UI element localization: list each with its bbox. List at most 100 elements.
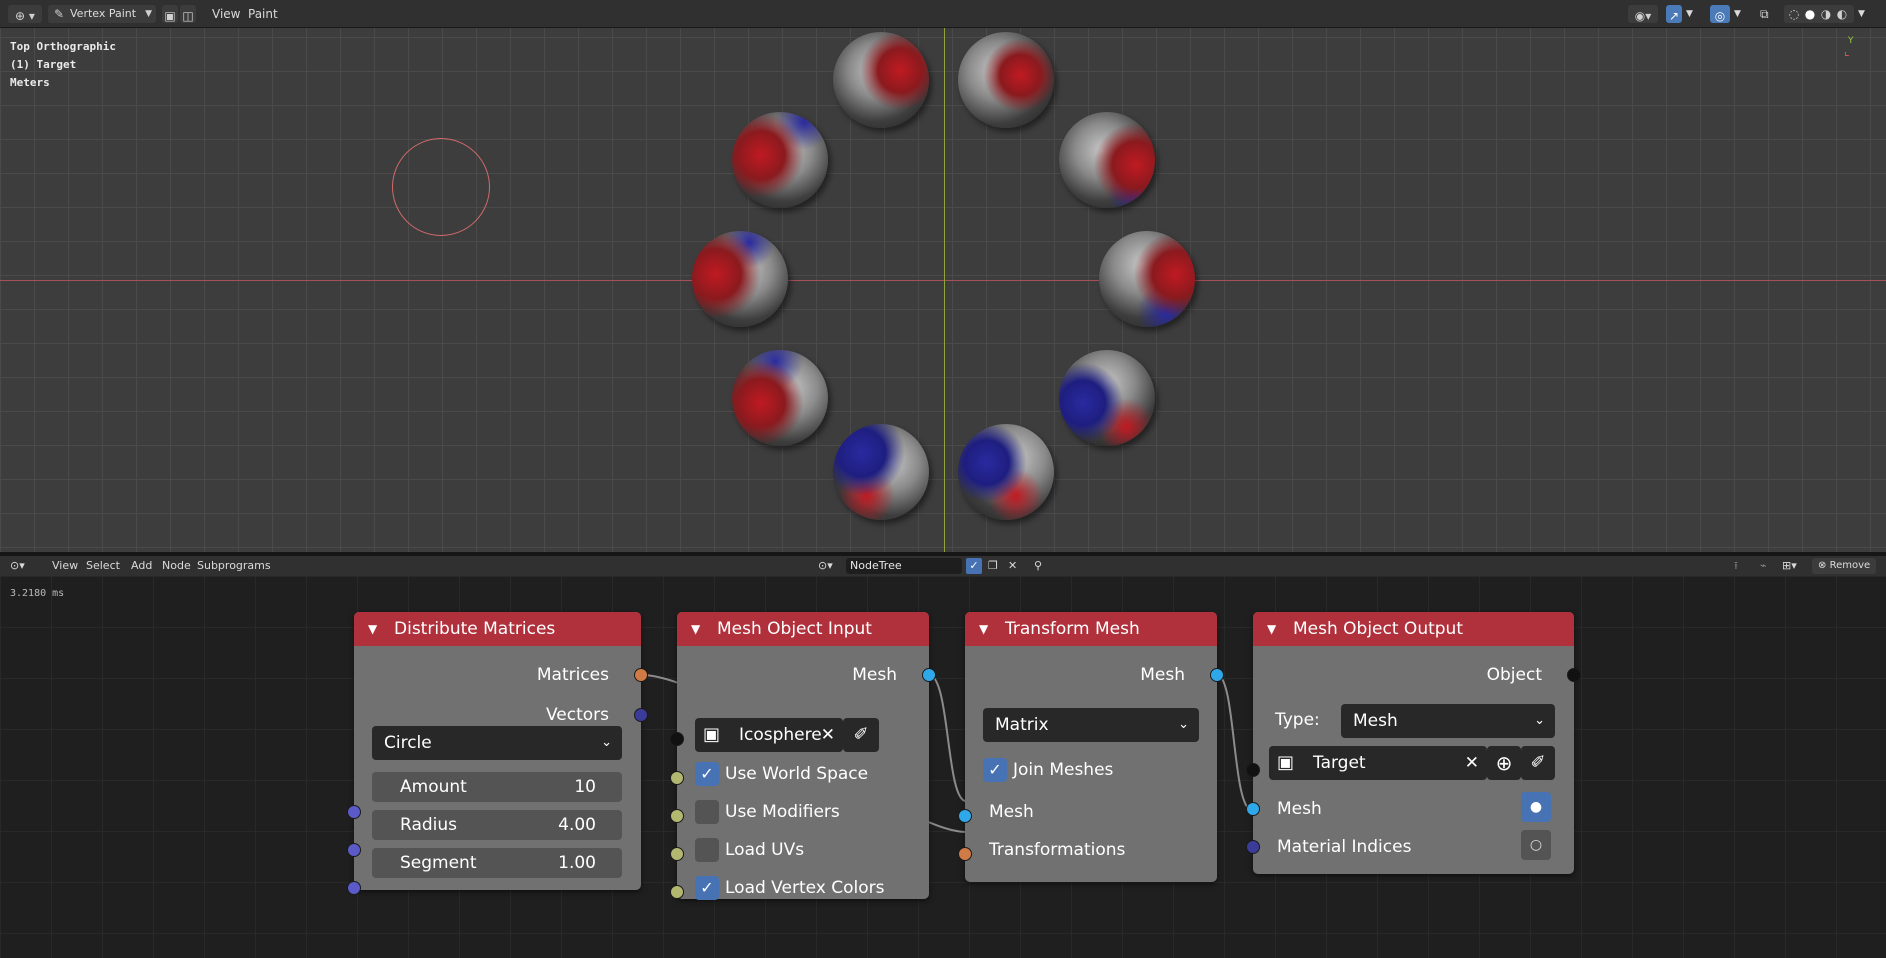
eyedropper-icon: ✐ [1530,752,1546,773]
menu-view[interactable]: View [212,5,240,23]
output-object-socket[interactable] [1567,668,1581,682]
viewport-header: ⊕ ▾ ✎ Vertex Paint ▼ ▣ ◫ View Paint ◉▾ ↗… [0,0,1886,28]
menu-subprograms[interactable]: Subprograms [197,556,271,576]
use-modifiers-checkbox[interactable] [695,800,719,824]
circle-icon: ○ [1529,837,1543,853]
input-radius-socket[interactable] [347,843,361,857]
amount-field[interactable]: Amount 10 [372,772,622,802]
editor-type-icon: ⊕ ▾ [15,9,35,23]
input-world-space-socket[interactable] [670,771,684,785]
menu-view[interactable]: View [52,556,78,576]
input-mesh-socket[interactable] [1246,802,1260,816]
material-indices-toggle-button[interactable]: ○ [1521,830,1551,860]
new-object-button[interactable]: ⊕ [1487,746,1521,780]
gizmo-dropdown-icon[interactable]: ▼ [1686,5,1693,23]
menu-add[interactable]: Add [131,556,152,576]
link-transform-to-output-mesh [1216,674,1253,811]
axis-gizmo[interactable]: Y ⌞ [1844,36,1868,60]
3d-viewport[interactable]: Top Orthographic (1) Target Meters Y ⌞ [0,28,1886,552]
type-dropdown[interactable]: Mesh ⌄ [1341,704,1555,738]
object-selector[interactable]: ▣ Icosphere ✕ [695,718,843,752]
mesh-object-output-node[interactable]: ▼ Mesh Object Output Object Type: Mesh ⌄… [1253,612,1574,874]
chevron-down-icon: ⌄ [1534,713,1545,728]
units-label: Meters [10,76,50,89]
gizmo-axes-icon: ⌞ [1844,44,1850,58]
node-header[interactable]: ▼ Distribute Matrices [354,612,641,646]
node-header[interactable]: ▼ Transform Mesh [965,612,1217,646]
check-icon: ✓ [700,878,714,897]
vertex-mask-toggle[interactable]: ◫ [180,5,196,23]
distribute-matrices-node[interactable]: ▼ Distribute Matrices Matrices Vectors C… [354,612,641,890]
collapse-triangle-icon[interactable]: ▼ [1267,612,1276,646]
overlay-toggle[interactable]: ◎ [1710,5,1730,23]
menu-select[interactable]: Select [86,556,120,576]
mesh-toggle-button[interactable]: ● [1521,792,1551,822]
transform-mode-dropdown[interactable]: Matrix ⌄ [983,708,1199,742]
link-mesh-to-transform-mesh [928,674,967,802]
dot-icon: ● [1529,799,1543,815]
output-object-label: Object [1486,665,1542,685]
clear-x-icon[interactable]: ✕ [1465,746,1479,780]
wireframe-shading-icon[interactable]: ◌ [1786,5,1802,23]
backdrop-dropdown-icon[interactable]: ⊞▾ [1782,556,1797,576]
snap-icon[interactable]: ⌁ [1760,556,1767,576]
parent-tree-icon[interactable]: ⭱ [1734,556,1738,576]
output-mesh-socket[interactable] [1210,668,1224,682]
remove-button[interactable]: ⊗ Remove [1812,558,1877,574]
pin-icon[interactable]: ⚲ [1034,556,1042,576]
duplicate-tree-icon[interactable]: ❐ [988,556,998,576]
editor-type-icon[interactable]: ⊙▾ [10,556,25,576]
visibility-dropdown[interactable]: ◉▾ [1628,5,1658,23]
paint-mask-toggle[interactable]: ▣ [162,5,178,23]
node-editor-canvas[interactable]: 3.2180 ms ▼ Distribute Matrices Matrices… [0,576,1886,958]
join-meshes-checkbox[interactable]: ✓ [983,758,1007,782]
eyedropper-button[interactable]: ✐ [1521,746,1555,780]
editor-type-button[interactable]: ⊕ ▾ [8,5,42,23]
input-transformations-socket[interactable] [958,847,972,861]
shading-dropdown-icon[interactable]: ▼ [1858,5,1865,23]
rendered-shading-icon[interactable]: ◐ [1834,5,1850,23]
material-shading-icon[interactable]: ◑ [1818,5,1834,23]
node-tree-name-field[interactable]: NodeTree [846,558,962,574]
mode-dropdown[interactable]: Circle ⌄ [372,726,622,760]
fake-user-shield-icon[interactable]: ✓ [966,558,982,574]
menu-paint[interactable]: Paint [248,5,278,23]
input-amount-socket[interactable] [347,805,361,819]
xray-icon[interactable]: ⧉ [1760,5,1769,23]
load-uvs-checkbox[interactable] [695,838,719,862]
output-matrices-socket[interactable] [634,668,648,682]
radius-field[interactable]: Radius 4.00 [372,810,622,840]
node-tree-browse-icon[interactable]: ⊙▾ [818,556,833,576]
target-object-selector[interactable]: ▣ Target ✕ [1269,746,1487,780]
input-vertex-colors-socket[interactable] [670,885,684,899]
mode-value: Circle [384,733,432,753]
mode-dropdown[interactable]: ✎ Vertex Paint ▼ [48,5,156,23]
solid-shading-icon[interactable]: ● [1802,5,1818,23]
output-vectors-socket[interactable] [634,708,648,722]
icosphere-instance [833,424,929,520]
gizmo-toggle[interactable]: ↗ [1666,5,1682,23]
collapse-triangle-icon[interactable]: ▼ [368,612,377,646]
transform-mesh-node[interactable]: ▼ Transform Mesh Mesh Matrix ⌄ ✓ Join Me… [965,612,1217,882]
input-object-socket[interactable] [1246,763,1260,777]
collapse-triangle-icon[interactable]: ▼ [979,612,988,646]
mesh-object-input-node[interactable]: ▼ Mesh Object Input Mesh ▣ Icosphere ✕ ✐… [677,612,929,900]
node-header[interactable]: ▼ Mesh Object Output [1253,612,1574,646]
load-vertex-colors-checkbox[interactable]: ✓ [695,876,719,900]
input-object-socket[interactable] [670,732,684,746]
eyedropper-button[interactable]: ✐ [843,718,879,752]
input-uvs-socket[interactable] [670,847,684,861]
input-modifiers-socket[interactable] [670,809,684,823]
collapse-triangle-icon[interactable]: ▼ [691,612,700,646]
menu-node[interactable]: Node [162,556,191,576]
output-mesh-socket[interactable] [922,668,936,682]
segment-field[interactable]: Segment 1.00 [372,848,622,878]
input-material-indices-socket[interactable] [1246,840,1260,854]
clear-x-icon[interactable]: ✕ [821,718,835,752]
input-mesh-socket[interactable] [958,809,972,823]
overlay-dropdown-icon[interactable]: ▼ [1734,5,1741,23]
use-world-space-checkbox[interactable]: ✓ [695,762,719,786]
unlink-tree-icon[interactable]: ✕ [1008,556,1017,576]
input-segment-socket[interactable] [347,881,361,895]
node-header[interactable]: ▼ Mesh Object Input [677,612,929,646]
